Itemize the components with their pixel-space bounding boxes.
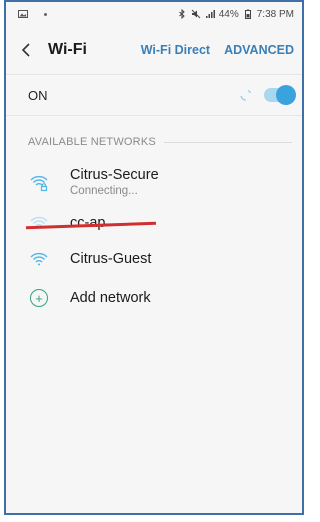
network-item-citrus-secure[interactable]: Citrus-Secure Connecting... (6, 158, 302, 206)
advanced-button[interactable]: ADVANCED (224, 43, 294, 57)
toggle-label: ON (28, 87, 48, 103)
wifi-toggle-switch[interactable] (264, 85, 296, 105)
battery-percent: 44% (218, 8, 239, 20)
loading-spinner-icon (240, 89, 252, 101)
add-network-button[interactable]: + Add network (6, 278, 302, 318)
toggle-knob (276, 85, 296, 105)
available-networks-header: AVAILABLE NETWORKS (6, 116, 302, 154)
wifi-direct-button[interactable]: Wi-Fi Direct (141, 43, 210, 57)
add-network-label: Add network (70, 290, 151, 306)
bluetooth-icon (177, 9, 187, 19)
notification-dot-icon (44, 12, 47, 16)
phone-screen: 44% 7:38 PM Wi-Fi Wi-Fi Direct ADVANCED … (4, 0, 304, 515)
page-title: Wi-Fi (48, 41, 87, 58)
wifi-icon (28, 212, 50, 234)
plus-icon: + (30, 289, 48, 307)
status-bar: 44% 7:38 PM (6, 2, 302, 26)
wifi-toggle-row[interactable]: ON (6, 74, 302, 116)
back-button[interactable] (16, 40, 36, 60)
network-item-cc-ap[interactable]: cc-ap (6, 206, 302, 240)
network-status: Connecting... (70, 185, 138, 197)
section-label: AVAILABLE NETWORKS (28, 136, 156, 148)
clock: 7:38 PM (256, 8, 294, 20)
network-name: Citrus-Guest (70, 251, 152, 267)
network-name: Citrus-Secure (70, 167, 159, 183)
mute-icon (191, 9, 201, 19)
section-divider (163, 141, 292, 143)
wifi-lock-icon (28, 171, 50, 193)
battery-icon (243, 9, 253, 19)
network-item-citrus-guest[interactable]: Citrus-Guest (6, 240, 302, 278)
wifi-icon (28, 248, 50, 270)
chevron-left-icon (21, 43, 30, 57)
app-bar: Wi-Fi Wi-Fi Direct ADVANCED (6, 26, 302, 74)
gallery-icon (18, 9, 28, 19)
signal-icon (205, 9, 215, 19)
